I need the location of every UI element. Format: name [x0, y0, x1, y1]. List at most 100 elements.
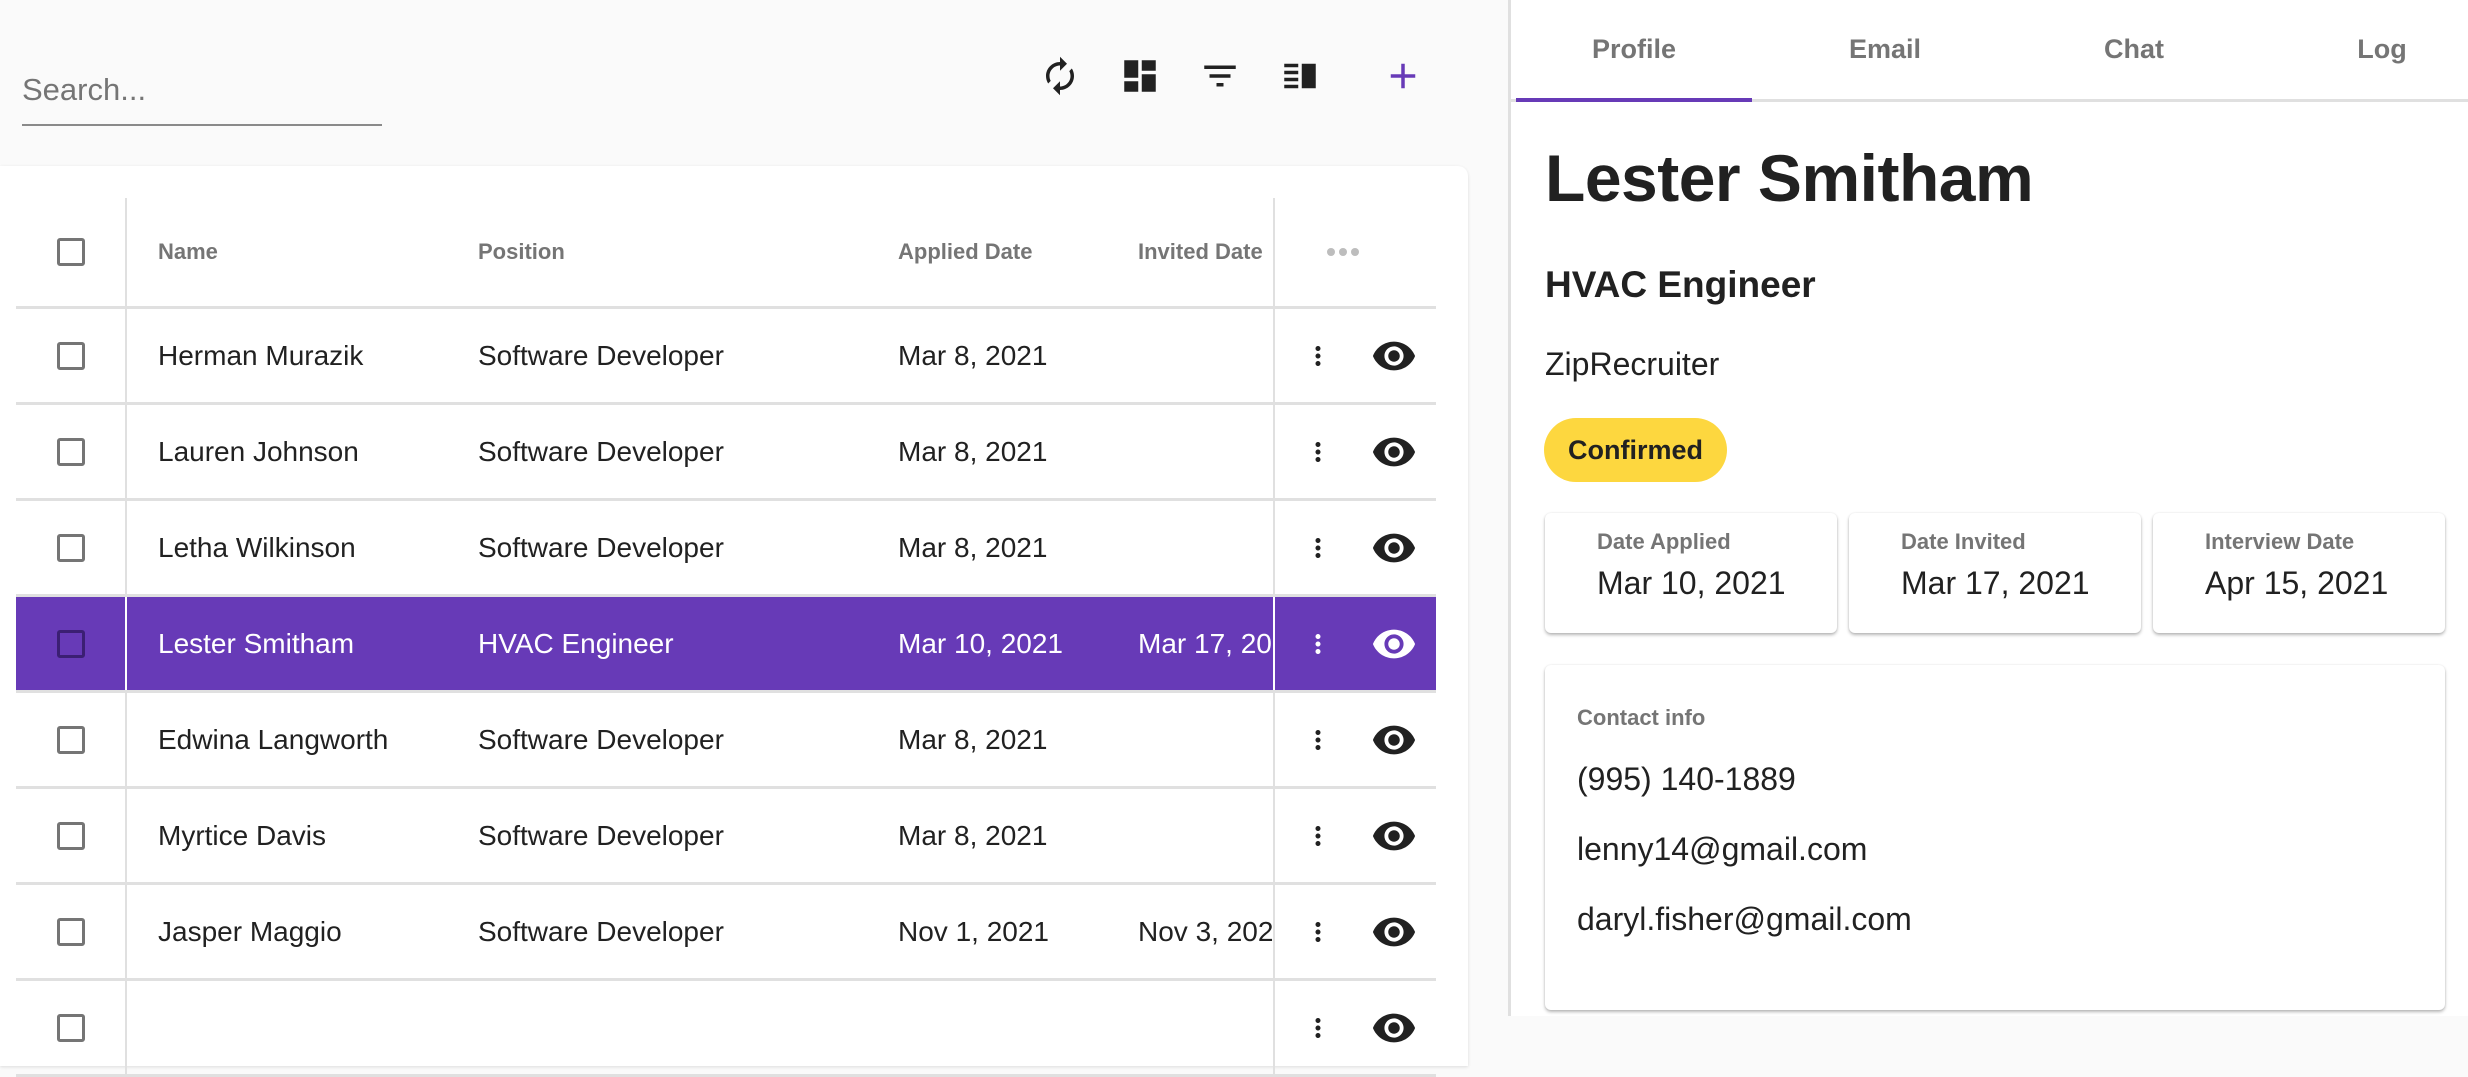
row-actions-cell: [1273, 309, 1436, 402]
contact-email-secondary[interactable]: daryl.fisher@gmail.com: [1577, 901, 1912, 938]
more-vert-icon[interactable]: [1303, 1008, 1333, 1048]
cell-position: Software Developer: [478, 819, 724, 851]
cell-position: Software Developer: [478, 915, 724, 947]
date-applied-value: Mar 10, 2021: [1597, 565, 1786, 601]
more-vert-icon[interactable]: [1303, 912, 1333, 952]
table-header-row: Name Position Applied Date Invited Date: [16, 198, 1436, 309]
row-checkbox[interactable]: [56, 533, 85, 562]
column-header-name[interactable]: Name: [158, 198, 458, 306]
row-actions-cell: [1273, 597, 1436, 690]
applicants-table: Name Position Applied Date Invited Date …: [0, 166, 1468, 1077]
row-select-cell: [16, 789, 127, 882]
row-checkbox[interactable]: [56, 341, 85, 370]
header-cell-actions: [1273, 198, 1436, 306]
search-field[interactable]: [22, 64, 382, 126]
contact-phone[interactable]: (995) 140-1889: [1577, 761, 1796, 798]
status-badge: Confirmed: [1544, 418, 1727, 482]
row-select-cell: [16, 693, 127, 786]
interview-date-value: Apr 15, 2021: [2205, 565, 2389, 601]
cell-name: Herman Murazik: [158, 339, 364, 371]
table-row[interactable]: Jasper Maggio Software Developer Nov 1, 20…: [16, 885, 1436, 981]
cell-applied-date: Mar 8, 2021: [898, 531, 1048, 563]
more-vert-icon[interactable]: [1303, 432, 1333, 472]
contact-email-primary[interactable]: lenny14@gmail.com: [1577, 831, 1867, 868]
column-header-position[interactable]: Position: [478, 198, 878, 306]
view-eye-icon[interactable]: [1369, 624, 1419, 664]
cell-invited-date: Mar 17, 2021: [1138, 627, 1273, 659]
table-row[interactable]: Edwina Langworth Software Developer Mar 8,…: [16, 693, 1436, 789]
cell-invited-date: [1138, 501, 1273, 594]
row-select-cell: [16, 309, 127, 402]
add-applicant-button[interactable]: [1373, 46, 1433, 106]
cell-position: Software Developer: [478, 531, 724, 563]
row-checkbox[interactable]: [56, 437, 85, 466]
row-select-cell: [16, 981, 127, 1074]
more-vert-icon[interactable]: [1303, 624, 1333, 664]
dashboard-icon: [1124, 60, 1156, 92]
table-row[interactable]: Lauren Johnson Software Developer Mar 8, 2…: [16, 405, 1436, 501]
select-all-checkbox[interactable]: [56, 238, 85, 266]
view-eye-icon[interactable]: [1369, 912, 1419, 952]
view-column-icon: [1284, 63, 1316, 89]
table-row[interactable]: Letha Wilkinson Software Developer Mar 8, …: [16, 501, 1436, 597]
row-checkbox[interactable]: [56, 725, 85, 754]
row-actions-cell: [1273, 693, 1436, 786]
view-eye-icon[interactable]: [1369, 816, 1419, 856]
view-columns-button[interactable]: [1270, 46, 1330, 106]
row-checkbox[interactable]: [56, 821, 85, 850]
cell-position: [478, 981, 878, 1074]
view-eye-icon[interactable]: [1369, 1008, 1419, 1048]
cell-name: Letha Wilkinson: [158, 531, 356, 563]
add-icon: [1390, 63, 1416, 89]
date-applied-card: Date Applied Mar 10, 2021: [1545, 513, 1837, 633]
table-row-selected[interactable]: Lester Smitham HVAC Engineer Mar 10, 2021 M…: [16, 597, 1436, 693]
cell-name: [158, 981, 458, 1074]
view-eye-icon[interactable]: [1369, 336, 1419, 376]
row-actions-cell: [1273, 981, 1436, 1074]
cell-applied-date: Mar 8, 2021: [898, 723, 1048, 755]
row-checkbox[interactable]: [56, 629, 85, 658]
view-eye-icon[interactable]: [1369, 528, 1419, 568]
filter-button[interactable]: [1190, 46, 1250, 106]
column-header-applied-date[interactable]: Applied Date: [898, 198, 1128, 306]
cell-position: Software Developer: [478, 435, 724, 467]
refresh-button[interactable]: [1030, 46, 1090, 106]
table-row[interactable]: [16, 981, 1436, 1077]
more-vert-icon[interactable]: [1303, 720, 1333, 760]
cell-applied-date: Mar 8, 2021: [898, 435, 1048, 467]
cell-invited-date: [1138, 789, 1273, 882]
search-input[interactable]: [22, 64, 382, 108]
contact-info-card: Contact info (995) 140-1889 lenny14@gmai…: [1545, 665, 2445, 1010]
column-header-invited-date[interactable]: Invited Date: [1138, 198, 1273, 306]
more-horizontal-icon[interactable]: [1327, 248, 1359, 256]
tab-email[interactable]: Email: [1767, 0, 2003, 99]
date-invited-value: Mar 17, 2021: [1901, 565, 2090, 601]
cell-invited-date: [1138, 981, 1273, 1074]
table-row[interactable]: Myrtice Davis Software Developer Mar 8, 20…: [16, 789, 1436, 885]
view-eye-icon[interactable]: [1369, 720, 1419, 760]
cell-invited-date: [1138, 405, 1273, 498]
more-vert-icon[interactable]: [1303, 816, 1333, 856]
row-checkbox[interactable]: [56, 1013, 85, 1042]
date-invited-card: Date Invited Mar 17, 2021: [1849, 513, 2141, 633]
table-row[interactable]: Herman Murazik Software Developer Mar 8, 2…: [16, 309, 1436, 405]
dashboard-button[interactable]: [1110, 46, 1170, 106]
more-vert-icon[interactable]: [1303, 528, 1333, 568]
interview-date-card: Interview Date Apr 15, 2021: [2153, 513, 2445, 633]
row-actions-cell: [1273, 885, 1436, 978]
cell-applied-date: [898, 981, 1128, 1074]
row-checkbox[interactable]: [56, 917, 85, 946]
more-vert-icon[interactable]: [1303, 336, 1333, 376]
interview-date-label: Interview Date: [2205, 529, 2355, 554]
row-actions-cell: [1273, 501, 1436, 594]
cell-applied-date: Mar 8, 2021: [898, 819, 1048, 851]
tab-log[interactable]: Log: [2264, 0, 2468, 99]
view-eye-icon[interactable]: [1369, 432, 1419, 472]
row-select-cell: [16, 597, 127, 690]
date-applied-label: Date Applied: [1597, 529, 1731, 554]
tab-chat[interactable]: Chat: [2016, 0, 2252, 99]
tab-profile[interactable]: Profile: [1516, 0, 1752, 102]
header-cell-select: [16, 198, 127, 306]
cell-name: Lauren Johnson: [158, 435, 359, 467]
date-invited-label: Date Invited: [1901, 529, 2026, 554]
